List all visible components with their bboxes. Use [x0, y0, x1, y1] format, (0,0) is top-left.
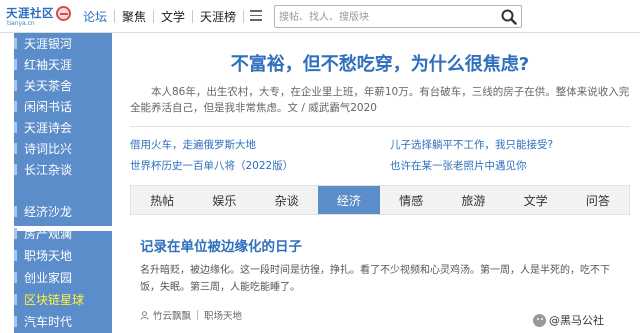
meta-divider — [197, 310, 199, 320]
article-excerpt: 名升暗贬，被边缘化。这一段时间是彷徨，挣扎。看了不少视频和心灵鸡汤。第一周，人是… — [140, 265, 610, 293]
article-author[interactable]: 竹云飘飘 — [153, 308, 191, 322]
sidebar-item-shici-bixing[interactable]: 诗词比兴 — [14, 138, 112, 158]
sidebar-item-guantian-chashe[interactable]: 关天茶舍 — [14, 75, 112, 95]
chat-icon — [533, 313, 546, 327]
nav-item-ranking[interactable]: 天涯榜 — [193, 8, 243, 25]
tab-entertainment[interactable]: 娱乐 — [193, 186, 255, 214]
tab-literature[interactable]: 文学 — [505, 186, 567, 214]
top-nav: 论坛 聚焦 文学 天涯榜 — [76, 0, 245, 33]
tab-travel[interactable]: 旅游 — [442, 186, 504, 214]
user-icon — [140, 310, 149, 320]
globe-icon — [56, 6, 71, 21]
tab-qa[interactable]: 问答 — [567, 186, 629, 214]
recommended-link[interactable]: 也许在某一张老照片中遇见你 — [390, 158, 527, 173]
recommended-link[interactable]: 世界杯历史一百单八将（2022版） — [130, 158, 293, 173]
category-tabs: 热帖 娱乐 杂谈 经济 情感 旅游 文学 问答 — [130, 185, 630, 215]
sidebar-item-hongxiu-tianya[interactable]: 红袖天涯 — [14, 54, 112, 74]
sidebar-item-xianxian-shuhua[interactable]: 闲闲书话 — [14, 96, 112, 116]
nav-item-focus[interactable]: 聚焦 — [115, 8, 153, 25]
search-input[interactable] — [279, 9, 489, 25]
sidebar-item-jingji-shalong[interactable]: 经济沙龙 — [14, 201, 112, 221]
logo-domain: tianya.cn — [7, 20, 35, 27]
article-meta: 竹云飘飘 职场天地 — [140, 308, 242, 322]
sidebar-item-fangchan-guanlan[interactable]: 房产观澜 — [14, 223, 112, 243]
sidebar-item-changjiang-zatan[interactable]: 长江杂谈 — [14, 159, 112, 179]
nav-item-forum[interactable]: 论坛 — [76, 8, 114, 25]
site-logo[interactable]: 天涯社区 tianya.cn — [6, 3, 74, 31]
search-box — [274, 5, 522, 28]
top-bar: 天涯社区 tianya.cn 论坛 聚焦 文学 天涯榜 — [0, 0, 640, 33]
menu-icon[interactable] — [250, 10, 262, 21]
watermark: @黑马公社 — [533, 312, 604, 328]
section-divider — [130, 126, 630, 127]
watermark-text: @黑马公社 — [549, 314, 604, 327]
nav-item-literature[interactable]: 文学 — [154, 8, 192, 25]
article-title[interactable]: 记录在单位被边缘化的日子 — [140, 235, 302, 255]
logo-name: 天涯社区 — [6, 6, 54, 20]
featured-headline[interactable]: 不富裕，但不愁吃穿，为什么很焦虑? — [120, 50, 640, 76]
recommended-link[interactable]: 儿子选择躺平不工作，我只能接受? — [390, 137, 553, 152]
tab-economy[interactable]: 经济 — [317, 186, 380, 214]
recommended-link[interactable]: 借用火车，走遍俄罗斯大地 — [130, 137, 256, 152]
search-icon[interactable] — [501, 9, 517, 25]
sidebar-item-qiche-shidai[interactable]: 汽车时代 — [14, 311, 112, 331]
article-board[interactable]: 职场天地 — [204, 308, 242, 322]
tab-hot[interactable]: 热帖 — [131, 186, 193, 214]
sidebar-board-list: 天涯银河 红袖天涯 关天茶舍 闲闲书话 天涯诗会 诗词比兴 长江杂谈 经济沙龙 … — [14, 33, 112, 333]
nav-divider — [243, 10, 245, 23]
tab-emotion[interactable]: 情感 — [380, 186, 442, 214]
sidebar-item-tianya-shihui[interactable]: 天涯诗会 — [14, 117, 112, 137]
tab-misc[interactable]: 杂谈 — [256, 186, 318, 214]
sidebar-item-blockchain[interactable]: 区块链星球 — [14, 289, 112, 309]
sidebar-item-chuangye-jiayuan[interactable]: 创业家园 — [14, 267, 112, 287]
sidebar-item-zhichang-tiandi[interactable]: 职场天地 — [14, 245, 112, 265]
featured-summary: 本人86年，出生农村，大专，在企业里上班，年薪10万。有台破车，三线的房子在供。… — [130, 86, 630, 114]
sidebar-item-tianya-yinhe[interactable]: 天涯银河 — [14, 33, 112, 53]
